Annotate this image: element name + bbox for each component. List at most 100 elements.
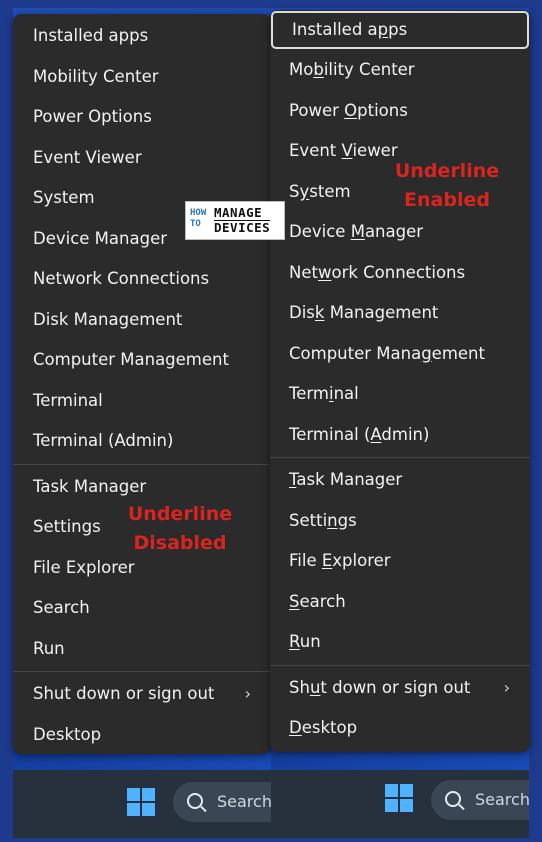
menu-item-label: Event Viewer: [33, 147, 142, 167]
menu-item-shut-down[interactable]: Shut down or sign out ›: [270, 668, 530, 709]
access-key: T: [289, 470, 297, 489]
menu-item-desktop[interactable]: Desktop: [13, 715, 271, 756]
access-key: i: [329, 384, 334, 403]
menu-item-terminal[interactable]: Terminal: [13, 381, 271, 422]
menu-item-label: Desktop: [289, 718, 358, 737]
menu-item-label: Network Connections: [33, 269, 210, 288]
menu-item-network-connections[interactable]: Network Connections: [13, 259, 271, 300]
menu-item-label: System: [33, 188, 95, 207]
menu-separator: [13, 463, 271, 465]
menu-item-event-viewer[interactable]: Event Viewer: [13, 138, 271, 179]
menu-item-label: Search: [289, 591, 346, 611]
access-key: y: [299, 181, 310, 201]
note-underline-enabled: Underline Enabled: [387, 157, 507, 215]
menu-item-shut-down[interactable]: Shut down or sign out ›: [13, 674, 271, 715]
menu-item-label: Run: [289, 632, 321, 651]
menu-item-desktop[interactable]: Desktop: [270, 708, 530, 749]
note-underline-disabled: Underline Disabled: [120, 500, 240, 558]
menu-item-label: Mobility Center: [289, 60, 415, 79]
note-line: Underline: [394, 160, 500, 182]
menu-item-label: Event Viewer: [289, 141, 398, 160]
menu-item-installed-apps[interactable]: Installed apps: [271, 11, 529, 49]
menu-item-label: Desktop: [33, 724, 102, 744]
menu-item-label: Installed apps: [33, 26, 149, 45]
menu-item-label: Task Manager: [289, 470, 403, 489]
access-key: E: [321, 551, 333, 570]
access-key: M: [350, 222, 365, 241]
menu-item-label: Disk Management: [289, 303, 439, 322]
windows-start-icon[interactable]: [127, 788, 155, 816]
note-line: Enabled: [404, 189, 490, 211]
menu-item-run[interactable]: Run: [270, 622, 530, 663]
menu-item-label: Installed apps: [292, 20, 408, 39]
how-to-manage-devices-logo: HOW TO MANAGE DEVICES: [185, 201, 285, 240]
access-key: R: [289, 632, 300, 651]
menu-item-label: Disk Management: [33, 309, 183, 329]
winx-menu-underline-disabled: Installed apps Mobility Center Power Optio…: [13, 14, 271, 754]
access-key: O: [344, 100, 358, 120]
right-taskbar: Search: [271, 770, 529, 828]
access-key: V: [341, 141, 353, 160]
menu-item-label: Network Connections: [289, 262, 466, 282]
windows-start-icon[interactable]: [385, 784, 413, 812]
menu-item-file-explorer[interactable]: File Explorer: [270, 541, 530, 582]
menu-item-label: File Explorer: [33, 557, 135, 577]
menu-item-label: Device Manager: [33, 228, 167, 248]
left-taskbar: Search: [13, 770, 303, 838]
menu-separator: [270, 664, 530, 666]
menu-item-disk-management[interactable]: Disk Management: [13, 300, 271, 341]
menu-item-label: Shut down or sign out: [289, 677, 471, 697]
menu-item-label: Run: [33, 638, 65, 658]
menu-item-terminal[interactable]: Terminal: [270, 374, 530, 415]
menu-item-label: Mobility Center: [33, 66, 159, 86]
menu-separator: [13, 671, 271, 672]
menu-item-label: Shut down or sign out: [33, 684, 215, 703]
menu-item-run[interactable]: Run: [13, 629, 271, 670]
menu-item-disk-management[interactable]: Disk Management: [270, 293, 530, 334]
access-key: w: [317, 262, 332, 282]
menu-item-mobility-center[interactable]: Mobility Center: [270, 50, 530, 91]
menu-separator: [270, 457, 530, 458]
access-key: n: [327, 510, 338, 530]
menu-item-label: Power Options: [33, 107, 152, 126]
menu-item-terminal-admin[interactable]: Terminal (Admin): [270, 415, 530, 456]
menu-item-power-options[interactable]: Power Options: [13, 97, 271, 138]
note-line: Disabled: [133, 532, 227, 554]
menu-item-label: Terminal (Admin): [33, 431, 174, 450]
menu-item-label: Terminal (Admin): [289, 424, 430, 444]
access-key: u: [309, 677, 321, 697]
access-key: D: [289, 718, 302, 737]
menu-item-task-manager[interactable]: Task Manager: [270, 460, 530, 501]
access-key: b: [313, 60, 324, 79]
taskbar-search-label: Search: [475, 790, 529, 809]
menu-item-installed-apps[interactable]: Installed apps: [13, 16, 271, 57]
menu-item-computer-management[interactable]: Computer Management: [270, 334, 530, 375]
menu-item-label: File Explorer: [289, 551, 391, 570]
logo-how-to: HOW TO: [190, 208, 207, 229]
taskbar-search-box[interactable]: Search: [431, 780, 529, 820]
menu-item-terminal-admin[interactable]: Terminal (Admin): [13, 421, 271, 462]
access-key: S: [289, 591, 300, 611]
menu-item-network-connections[interactable]: Network Connections: [270, 253, 530, 294]
access-key: p: [377, 20, 389, 39]
menu-item-computer-management[interactable]: Computer Management: [13, 340, 271, 381]
access-key: g: [421, 343, 432, 363]
menu-item-label: Computer Management: [289, 343, 485, 363]
access-key: A: [370, 424, 382, 444]
access-key: k: [314, 303, 325, 322]
menu-item-device-manager[interactable]: Device Manager: [270, 212, 530, 253]
menu-item-settings[interactable]: Settings: [270, 501, 530, 542]
menu-item-label: System: [289, 181, 351, 201]
menu-item-label: Settings: [289, 510, 357, 530]
menu-item-search[interactable]: Search: [13, 588, 271, 629]
chevron-right-icon: ›: [503, 677, 510, 697]
search-icon: [187, 793, 203, 809]
menu-item-power-options[interactable]: Power Options: [270, 91, 530, 132]
chevron-right-icon: ›: [244, 684, 251, 703]
menu-item-mobility-center[interactable]: Mobility Center: [13, 57, 271, 98]
menu-item-label: Settings: [33, 517, 101, 536]
menu-item-label: Terminal: [289, 384, 359, 403]
menu-item-label: Computer Management: [33, 350, 229, 369]
winx-menu-underline-enabled: Installed apps Mobility Center Power Optio…: [270, 10, 530, 752]
menu-item-search[interactable]: Search: [270, 582, 530, 623]
